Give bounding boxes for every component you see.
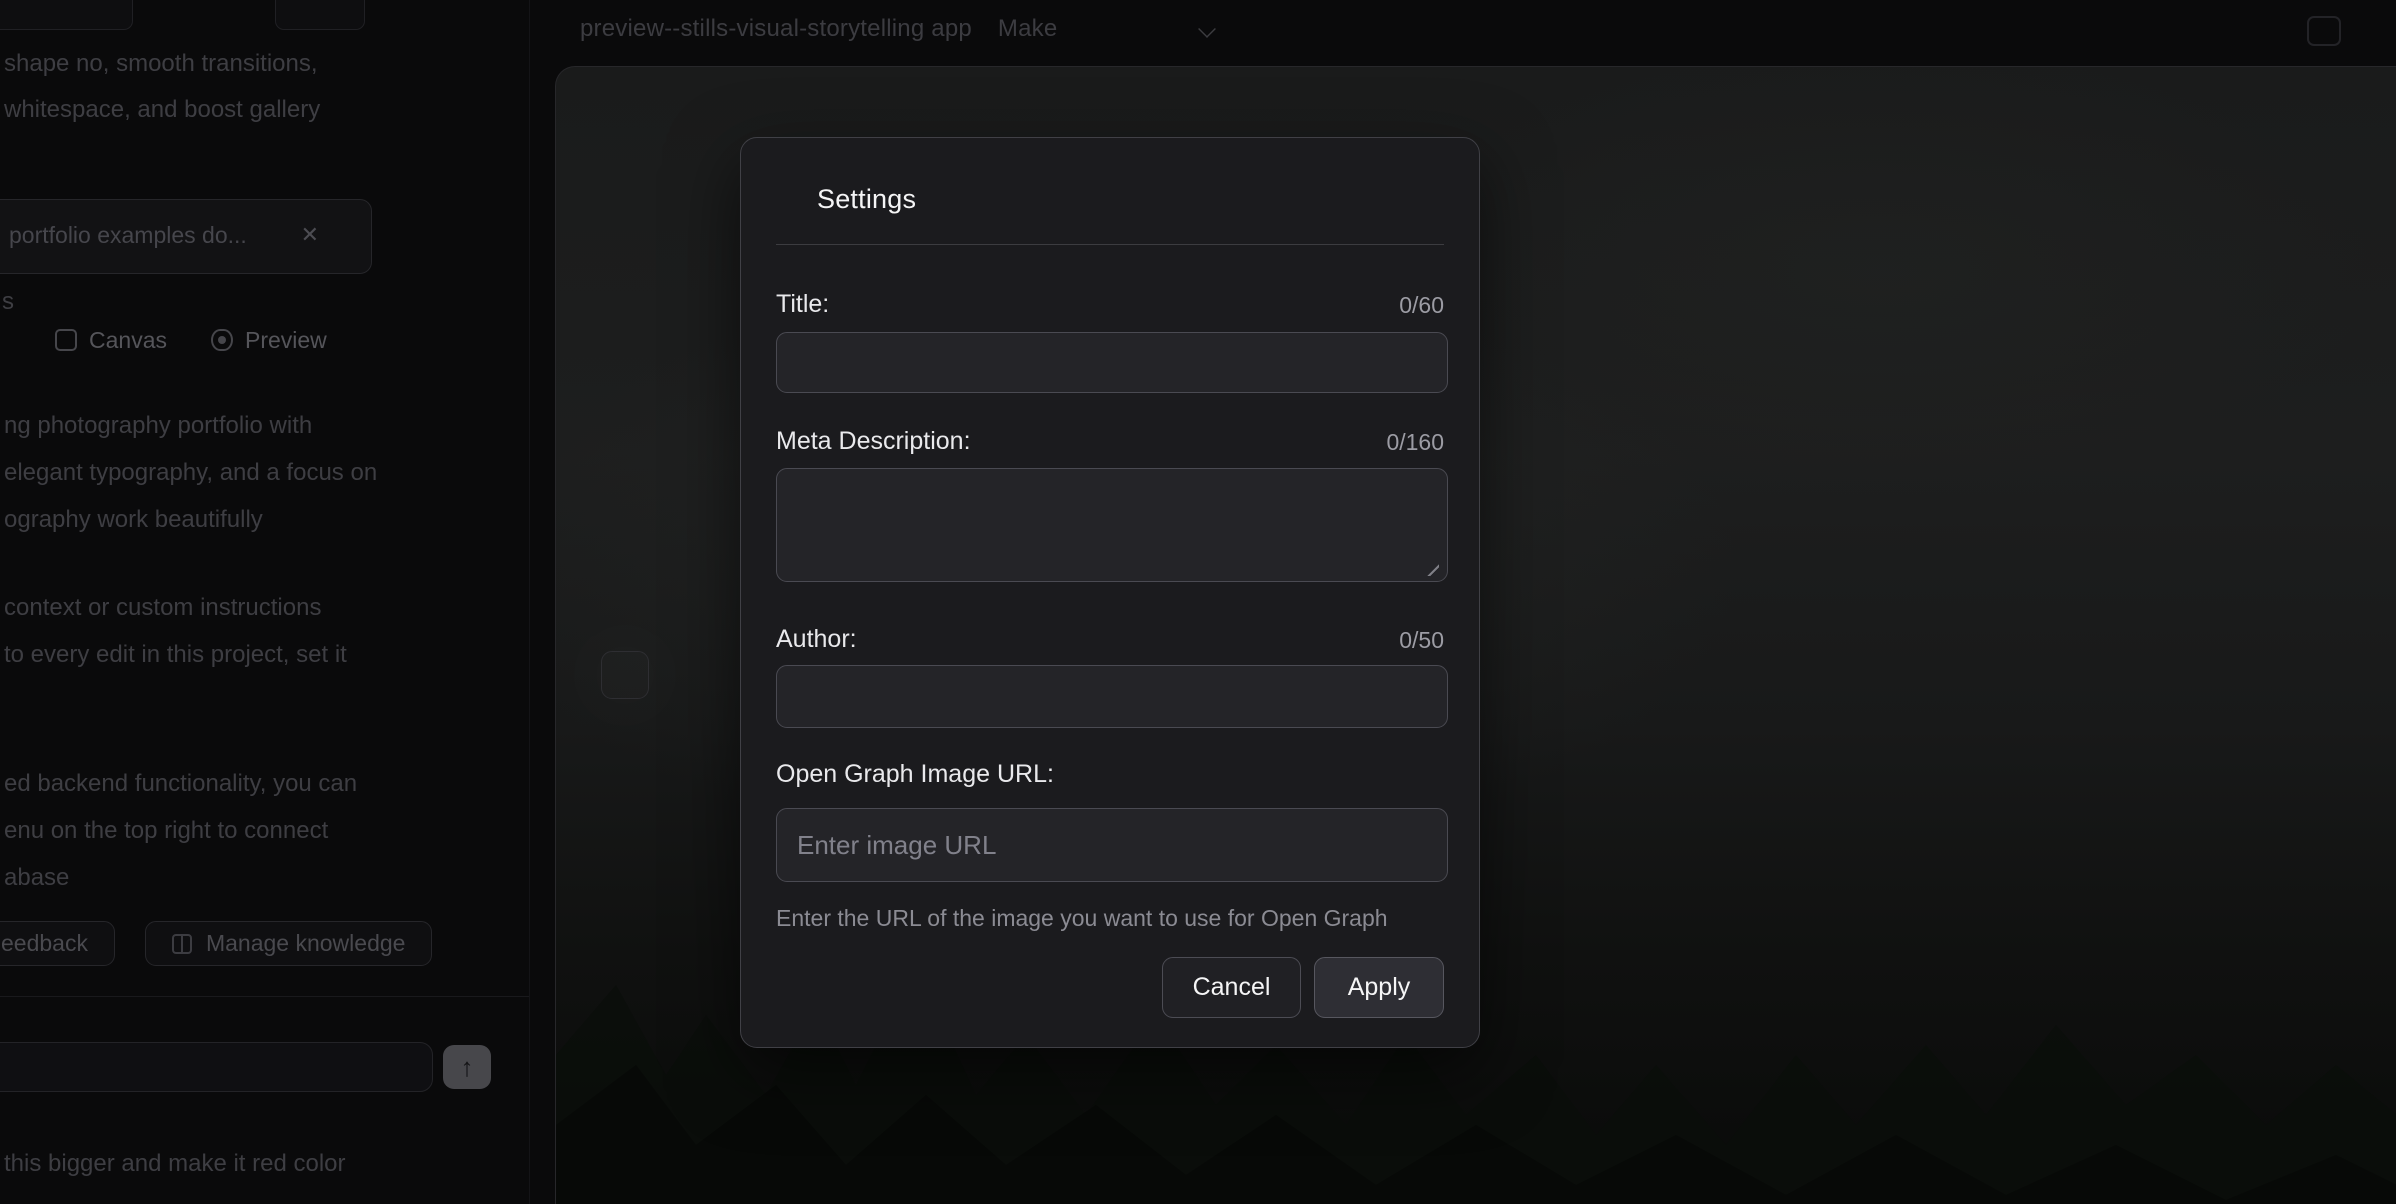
canvas-toggle-label: Canvas	[89, 327, 167, 354]
dialog-divider	[776, 244, 1444, 245]
assistant-text-fragment: abase	[4, 854, 69, 901]
manage-knowledge-label: Manage knowledge	[206, 930, 405, 957]
make-menu-label: Make	[998, 15, 1058, 42]
assistant-text-fragment: ed backend functionality, you can	[4, 760, 357, 807]
eye-icon	[211, 329, 233, 351]
chat-input[interactable]	[0, 1043, 432, 1091]
preview-toggle-label: Preview	[245, 327, 327, 354]
sidebar-divider	[0, 996, 529, 997]
author-input[interactable]	[776, 665, 1448, 728]
chat-message-fragment: whitespace, and boost gallery	[4, 86, 320, 133]
sidebar-footer-buttons: eedback Manage knowledge	[0, 921, 432, 966]
cancel-button[interactable]: Cancel	[1162, 957, 1301, 1018]
assistant-text-fragment: ng photography portfolio with	[4, 402, 312, 449]
chevron-down-icon[interactable]	[1198, 20, 1216, 38]
author-field-head: Author: 0/50	[776, 620, 1444, 654]
canvas-icon	[55, 329, 77, 351]
send-button[interactable]: ↑	[443, 1045, 491, 1089]
assistant-text-fragment: to every edit in this project, set it	[4, 631, 347, 678]
assistant-text-fragment: context or custom instructions	[4, 584, 321, 631]
meta-description-label: Meta Description:	[776, 427, 971, 456]
attachment-chip: portfolio examples do... ✕	[0, 199, 372, 274]
app-window-icon[interactable]	[2307, 16, 2341, 46]
dialog-title: Settings	[817, 182, 1444, 216]
feedback-button-label: eedback	[1, 930, 88, 957]
canvas-floating-chip[interactable]	[601, 651, 649, 699]
settings-dialog: Settings Title: 0/60 Meta Description: 0…	[740, 137, 1480, 1048]
title-input[interactable]	[776, 332, 1448, 393]
title-char-counter: 0/60	[1399, 292, 1444, 319]
close-icon[interactable]: ✕	[301, 222, 319, 248]
arrow-up-icon: ↑	[461, 1052, 474, 1083]
assistant-text-fragment: enu on the top right to connect	[4, 807, 328, 854]
attachment-tail-text: s	[2, 288, 14, 316]
og-image-url-label: Open Graph Image URL:	[776, 760, 1054, 789]
title-label: Title:	[776, 290, 829, 319]
title-field-head: Title: 0/60	[776, 285, 1444, 319]
meta-textarea-wrap	[776, 468, 1444, 582]
canvas-toggle-button[interactable]: Canvas	[55, 320, 167, 360]
chat-composer	[0, 1042, 433, 1092]
dialog-body: Title: 0/60 Meta Description: 0/160 Auth…	[741, 285, 1479, 932]
assistant-text-fragment: elegant typography, and a focus on	[4, 449, 377, 496]
knowledge-book-icon	[172, 934, 192, 954]
author-label: Author:	[776, 625, 857, 654]
dialog-header: Settings	[741, 138, 1479, 216]
chat-message-fragment: shape no, smooth transitions,	[4, 40, 318, 87]
og-image-url-input[interactable]	[776, 808, 1448, 882]
author-char-counter: 0/50	[1399, 627, 1444, 654]
meta-description-textarea[interactable]	[776, 468, 1448, 582]
meta-char-counter: 0/160	[1386, 429, 1444, 456]
feedback-button[interactable]: eedback	[0, 921, 115, 966]
chat-sidebar: shape no, smooth transitions, whitespace…	[0, 0, 530, 1204]
meta-field-head: Meta Description: 0/160	[776, 422, 1444, 456]
user-message-fragment: this bigger and make it red color	[4, 1140, 346, 1187]
project-breadcrumb[interactable]: preview--stills-visual-storytelling app M…	[580, 15, 1057, 43]
apply-button[interactable]: Apply	[1314, 957, 1444, 1018]
attachment-label: portfolio examples do...	[9, 222, 247, 249]
og-field-head: Open Graph Image URL:	[776, 755, 1444, 789]
dialog-actions: Cancel Apply	[741, 957, 1479, 1018]
preview-toggle-button[interactable]: Preview	[211, 320, 327, 360]
view-toggle: Canvas Preview	[55, 320, 327, 360]
assistant-text-fragment: ography work beautifully	[4, 496, 263, 543]
project-name: preview--stills-visual-storytelling app	[580, 15, 972, 42]
manage-knowledge-button[interactable]: Manage knowledge	[145, 921, 432, 966]
app-screen: preview--stills-visual-storytelling app M…	[0, 0, 2396, 1204]
og-helper-text: Enter the URL of the image you want to u…	[776, 904, 1444, 932]
